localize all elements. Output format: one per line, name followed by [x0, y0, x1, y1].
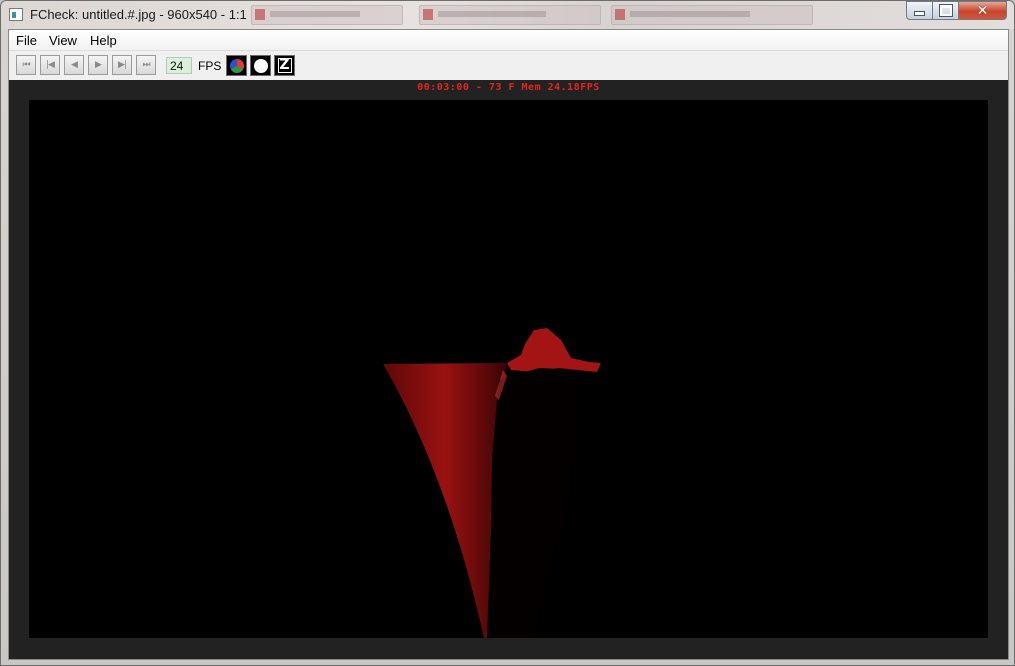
background-window-ghost	[419, 5, 601, 25]
app-icon	[9, 8, 23, 21]
step-back-icon: |◀	[46, 60, 55, 70]
z-depth-button[interactable]: Z	[274, 55, 295, 76]
background-window-ghost	[251, 5, 403, 25]
window-title: FCheck: untitled.#.jpg - 960x540 - 1:1	[30, 7, 247, 22]
title-bar[interactable]: FCheck: untitled.#.jpg - 960x540 - 1:1 ✕	[1, 1, 1014, 29]
z-depth-icon: Z	[277, 57, 292, 73]
fps-label: FPS	[198, 59, 222, 73]
playback-status: 00:03:00 - 73 F Mem 24.18FPS	[417, 82, 600, 93]
fcheck-window: FCheck: untitled.#.jpg - 960x540 - 1:1 ✕…	[0, 0, 1015, 666]
play-forward-icon: ▶	[95, 60, 102, 70]
red-splash-crown	[507, 328, 601, 372]
first-frame-icon: ⏮	[22, 60, 30, 70]
red-splash-shape	[383, 363, 507, 638]
minimize-button[interactable]	[906, 1, 933, 20]
menu-file[interactable]: File	[16, 33, 37, 48]
fps-input[interactable]	[166, 57, 192, 74]
play-reverse-button[interactable]: ◀	[64, 55, 84, 75]
step-back-button[interactable]: |◀	[40, 55, 60, 75]
play-forward-button[interactable]: ▶	[88, 55, 108, 75]
step-forward-icon: ▶|	[118, 60, 127, 70]
last-frame-button[interactable]: ⏭	[136, 55, 156, 75]
last-frame-icon: ⏭	[142, 60, 150, 70]
alpha-channel-icon	[253, 58, 268, 73]
play-reverse-icon: ◀	[71, 60, 78, 70]
rgb-channels-icon	[229, 58, 244, 73]
image-viewport[interactable]: 00:03:00 - 73 F Mem 24.18FPS	[9, 80, 1008, 659]
step-forward-button[interactable]: ▶|	[112, 55, 132, 75]
dark-shadow-shape	[491, 368, 577, 638]
alpha-channel-button[interactable]	[250, 55, 271, 76]
close-button[interactable]: ✕	[958, 1, 1007, 20]
menu-help[interactable]: Help	[90, 33, 117, 48]
rgb-channels-button[interactable]	[226, 55, 247, 76]
close-icon: ✕	[976, 2, 989, 19]
maximize-button[interactable]	[932, 1, 959, 20]
menu-bar: File View Help	[9, 30, 1008, 51]
rendered-frame-image	[383, 328, 601, 638]
minimize-icon	[914, 11, 925, 16]
first-frame-button[interactable]: ⏮	[16, 55, 36, 75]
maximize-icon	[938, 4, 953, 17]
menu-view[interactable]: View	[49, 33, 77, 48]
rendered-frame[interactable]	[29, 100, 988, 638]
background-window-ghost	[611, 5, 813, 25]
client-area: File View Help ⏮ |◀ ◀ ▶ ▶| ⏭ FP	[8, 29, 1009, 660]
playback-toolbar: ⏮ |◀ ◀ ▶ ▶| ⏭ FPS	[9, 51, 1008, 80]
